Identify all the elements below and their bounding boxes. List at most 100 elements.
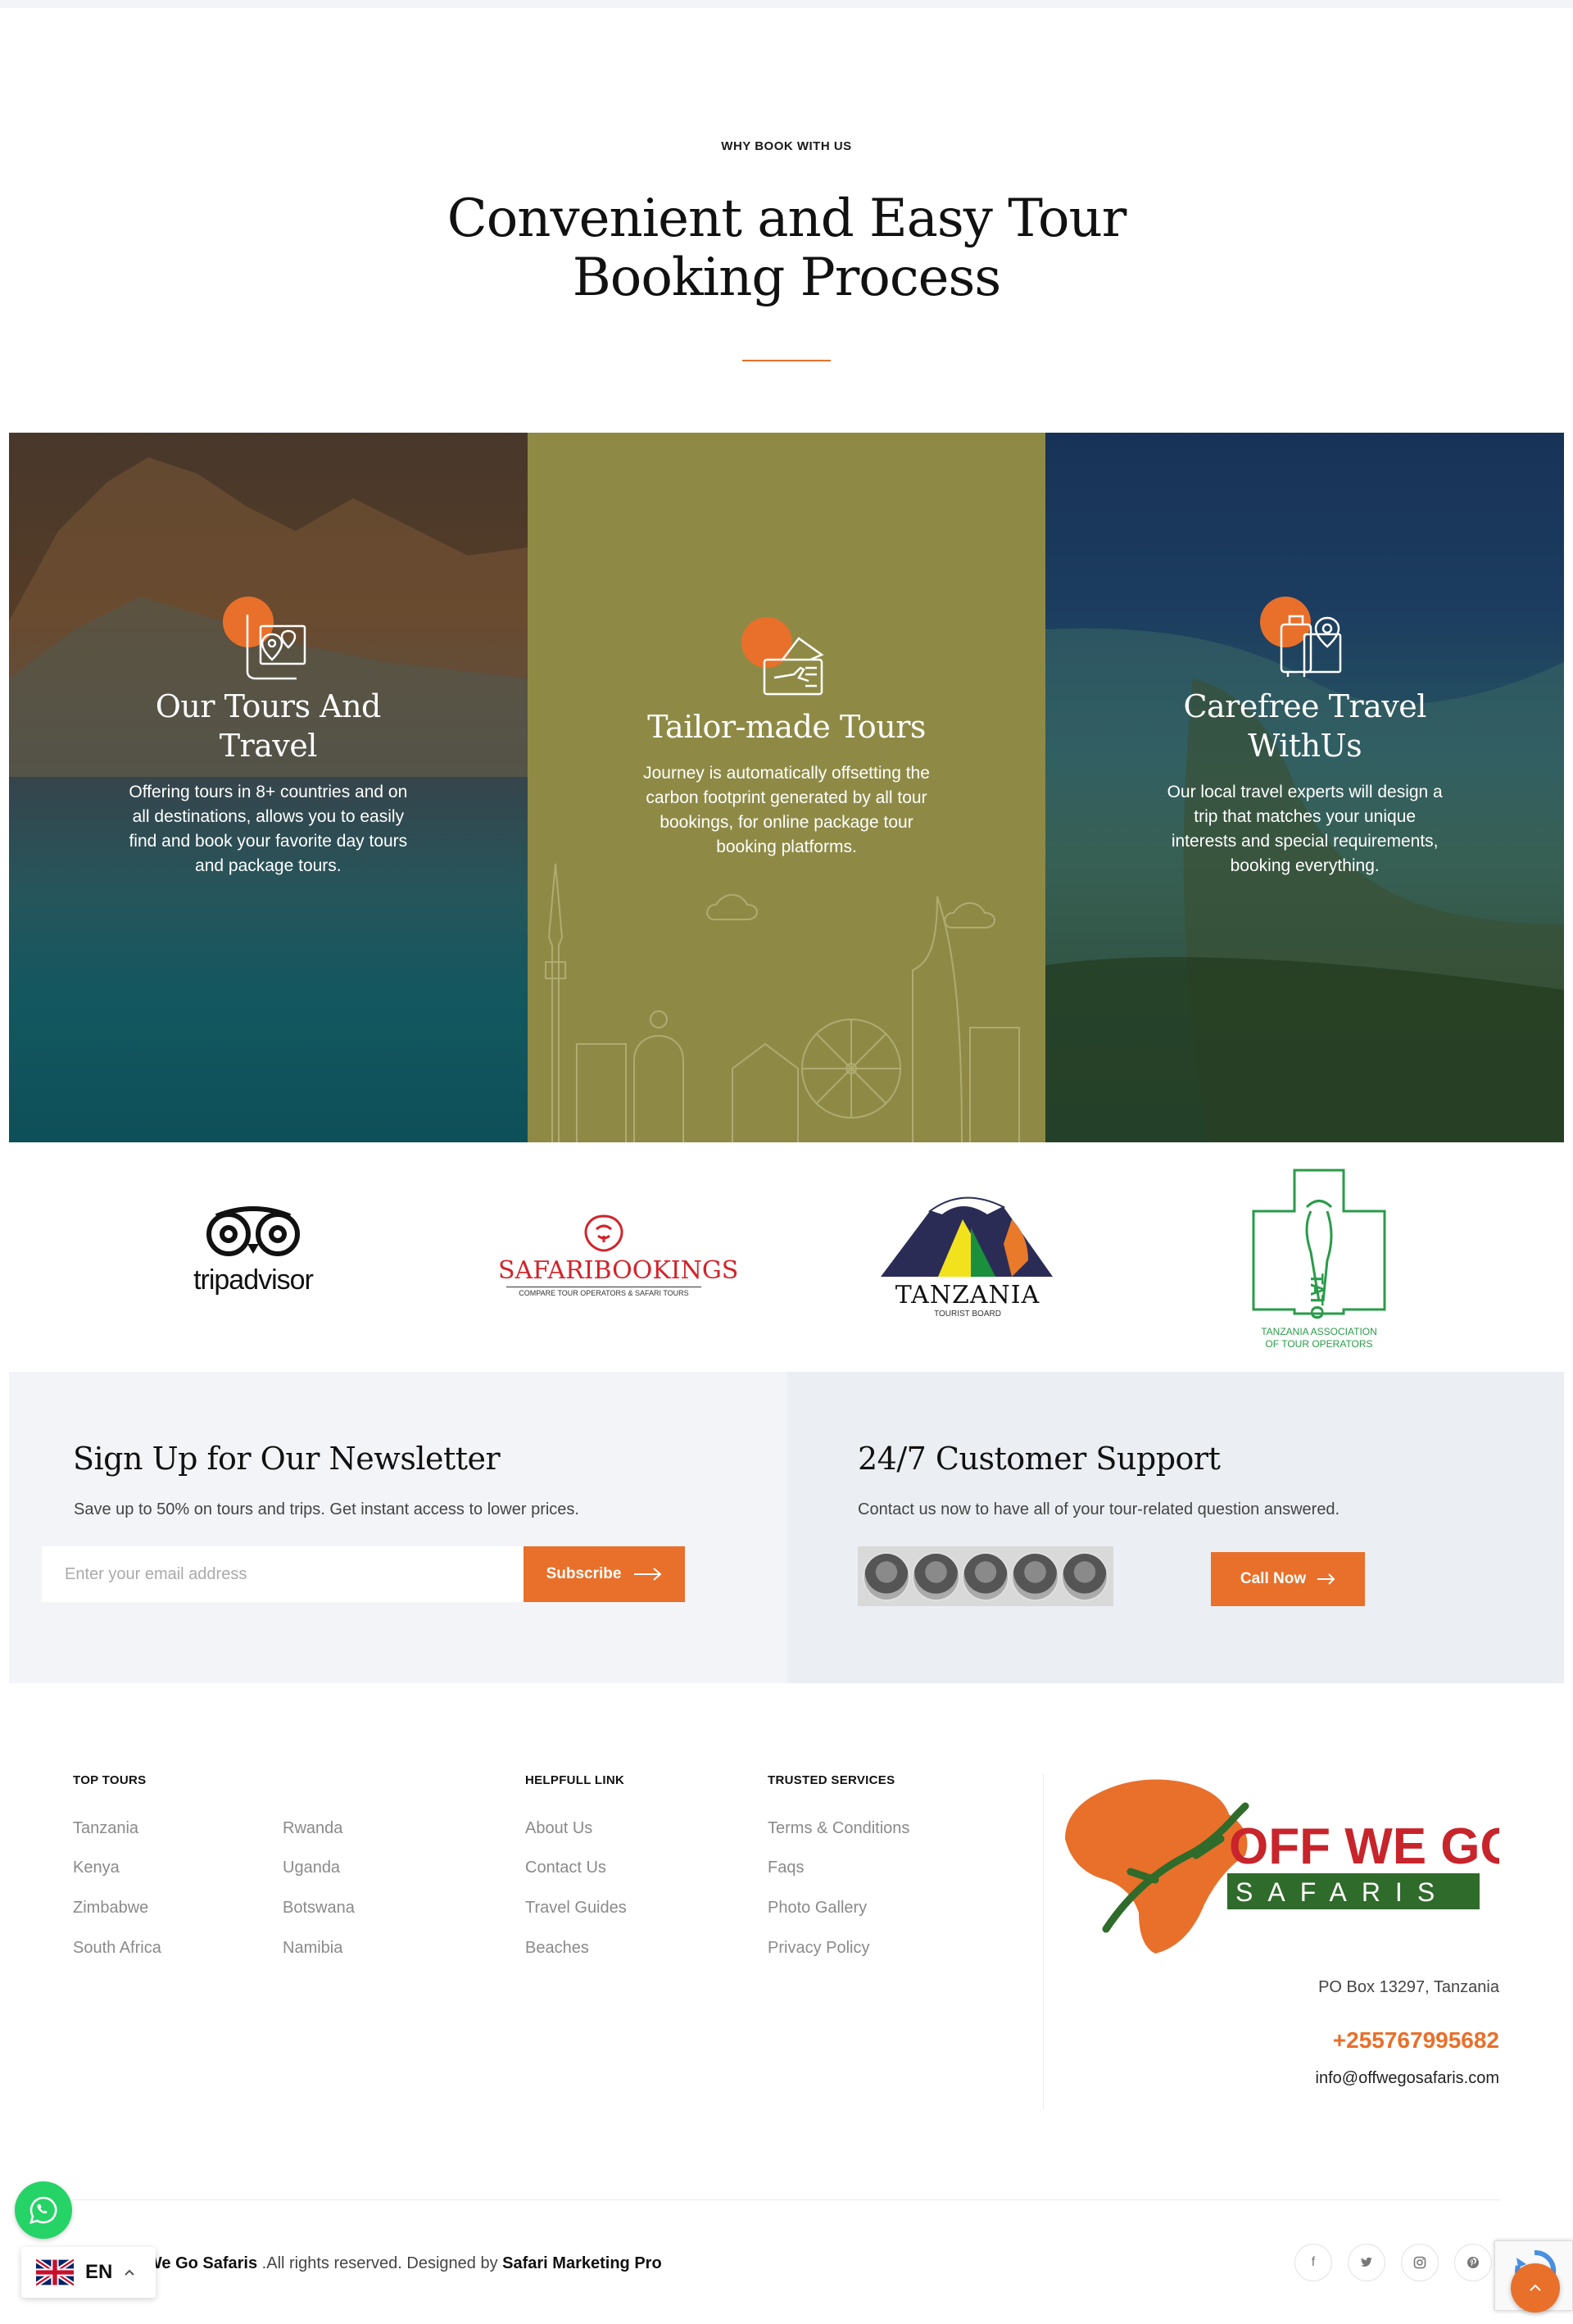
tripadvisor-wordmark: tripadvisor [193, 1264, 314, 1296]
support-section: 24/7 Customer Support Contact us now to … [787, 1372, 1564, 1683]
footer-link-privacy[interactable]: Privacy Policy [768, 1939, 869, 1958]
feature-title-tailor: Tailor-made Tours [647, 709, 926, 745]
logo-wordmark: OFF WE GO [1229, 1818, 1499, 1875]
footer-address: PO Box 13297, Tanzania [1318, 1978, 1499, 1996]
feature-content-tours: Our Tours And Travel Offering tours in 8+… [9, 597, 528, 878]
tato-caption-line1: TANZANIA ASSOCIATION [1261, 1326, 1377, 1337]
feature-panel-tailor: Tailor-made Tours Journey is automatical… [527, 433, 1046, 1142]
kilimanjaro-icon [881, 1196, 1053, 1277]
support-description: Contact us now to have all of your tour-… [858, 1500, 1340, 1518]
feature-content-carefree: Carefree Travel WithUs Our local travel e… [1045, 597, 1564, 878]
feature-panel-carefree: Carefree Travel WithUs Our local travel e… [1045, 433, 1565, 1142]
feature-text-tailor: Journey is automatically offsetting the … [643, 764, 930, 856]
footer-phone[interactable]: +255767995682 [1333, 2027, 1499, 2054]
footer-bottom-divider [73, 2199, 1500, 2200]
top-strip [0, 0, 1573, 8]
footer-link-terms[interactable]: Terms & Conditions [768, 1819, 909, 1838]
subscribe-button-label: Subscribe [546, 1565, 622, 1582]
avatar [863, 1551, 911, 1601]
safaribookings-logo[interactable]: SAFARIBOOKINGS COMPARE TOUR OPERATORS & … [498, 1211, 739, 1301]
uk-flag-icon [36, 2259, 74, 2285]
why-book-section: WHY BOOK WITH US Convenient and Easy Tou… [0, 139, 1573, 361]
footer-trusted-title: TRUSTED SERVICES [768, 1773, 895, 1787]
footer-link-contact[interactable]: Contact Us [525, 1859, 606, 1877]
footer-link-uganda[interactable]: Uganda [283, 1859, 340, 1877]
footer-email[interactable]: info@offwegosafaris.com [1316, 2069, 1499, 2088]
footer-link-about[interactable]: About Us [525, 1819, 592, 1838]
footer-link-botswana[interactable]: Botswana [283, 1899, 355, 1918]
subscribe-button[interactable]: Subscribe [524, 1546, 685, 1602]
whatsapp-icon [29, 2196, 57, 2224]
language-code: EN [85, 2261, 113, 2283]
footer-link-travel-guides[interactable]: Travel Guides [525, 1899, 627, 1918]
arrow-right-icon [634, 1568, 662, 1581]
feature-icon-tailor [741, 617, 832, 707]
pinterest-icon[interactable] [1454, 2244, 1492, 2281]
section-title: Convenient and Easy Tour Booking Process [0, 189, 1573, 307]
avatar [1011, 1551, 1059, 1601]
tanzania-tourist-board-logo[interactable]: TANZANIA TOURIST BOARD [873, 1187, 1063, 1319]
footer-helpful-title: HELPFULL LINK [525, 1773, 625, 1787]
offwego-logo[interactable]: OFF WE GO SAFARIS [1057, 1765, 1520, 1962]
copyright-middle: .All rights reserved. Designed by [257, 2254, 503, 2272]
feature-panel-tours: Our Tours And Travel Offering tours in 8+… [9, 433, 528, 1142]
footer-link-beaches[interactable]: Beaches [525, 1939, 589, 1958]
newsletter-email-input[interactable] [42, 1546, 525, 1602]
arrow-right-icon [1317, 1573, 1335, 1585]
feature-content-tailor: Tailor-made Tours Journey is automatical… [528, 617, 1046, 860]
footer-link-tanzania[interactable]: Tanzania [73, 1819, 138, 1838]
tripadvisor-owl-icon [206, 1206, 300, 1256]
tripadvisor-logo[interactable]: tripadvisor [184, 1201, 323, 1296]
support-title: 24/7 Customer Support [858, 1441, 1221, 1477]
safaribookings-wordmark: SAFARIBOOKINGS [498, 1256, 739, 1285]
copyright-text: ff We Go Safaris .All rights reserved. D… [131, 2254, 662, 2273]
call-now-button-label: Call Now [1240, 1570, 1307, 1587]
site-footer: TOP TOURS Tanzania Kenya Zimbabwe South … [0, 1683, 1573, 2324]
chevron-up-icon [1530, 2284, 1541, 2291]
africa-gazelle-icon: OFF WE GO SAFARIS [1065, 1779, 1520, 1954]
facebook-icon[interactable]: f [1294, 2244, 1332, 2281]
newsletter-section: Sign Up for Our Newsletter Save up to 50… [9, 1372, 787, 1683]
avatar [912, 1551, 960, 1601]
language-switcher[interactable]: EN [21, 2247, 156, 2298]
newsletter-title: Sign Up for Our Newsletter [73, 1441, 501, 1477]
copyright-designer[interactable]: Safari Marketing Pro [502, 2254, 662, 2272]
footer-link-kenya[interactable]: Kenya [73, 1859, 120, 1877]
avatar [1060, 1551, 1109, 1601]
giraffe-cross-icon: TATO [1252, 1169, 1386, 1319]
logo-subwordmark: SAFARIS [1235, 1877, 1449, 1907]
call-now-button[interactable]: Call Now [1211, 1552, 1365, 1606]
avatar [961, 1551, 1010, 1601]
tato-mark: TATO [1307, 1273, 1327, 1319]
partner-logos: tripadvisor SAFARIBOOKINGS COMPARE TOUR … [0, 1155, 1573, 1356]
instagram-icon[interactable] [1401, 2244, 1439, 2281]
tato-logo[interactable]: TATO TANZANIA ASSOCIATION OF TOUR OPERAT… [1245, 1162, 1393, 1352]
footer-divider [1043, 1773, 1044, 2109]
whatsapp-button[interactable] [15, 2181, 72, 2239]
footer-link-south-africa[interactable]: South Africa [73, 1939, 161, 1958]
footer-link-namibia[interactable]: Namibia [283, 1939, 342, 1958]
city-skyline-illustration [544, 863, 1020, 1142]
section-title-line2: Booking Process [572, 247, 1001, 308]
footer-link-rwanda[interactable]: Rwanda [283, 1819, 342, 1838]
newsletter-description: Save up to 50% on tours and trips. Get i… [74, 1500, 579, 1518]
section-kicker: WHY BOOK WITH US [721, 139, 852, 153]
tato-caption: TANZANIA ASSOCIATION OF TOUR OPERATORS [1245, 1326, 1393, 1350]
footer-top-tours-title: TOP TOURS [73, 1773, 147, 1787]
feature-text-tours: Offering tours in 8+ countries and on al… [129, 783, 408, 875]
feature-icon-carefree [1259, 597, 1350, 687]
ticket-icon [763, 637, 824, 696]
scroll-to-top-button[interactable] [1511, 2263, 1560, 2313]
chevron-up-icon [125, 2269, 135, 2276]
section-title-line1: Convenient and Easy Tour [447, 188, 1127, 249]
twitter-icon[interactable] [1348, 2244, 1385, 2281]
support-team-avatars [858, 1546, 1113, 1606]
feature-icon-tours [223, 597, 313, 687]
footer-link-faqs[interactable]: Faqs [768, 1859, 804, 1877]
map-pin-icon [247, 615, 306, 680]
safaribookings-tagline: COMPARE TOUR OPERATORS & SAFARI TOURS [506, 1287, 701, 1297]
footer-link-zimbabwe[interactable]: Zimbabwe [73, 1899, 148, 1918]
feature-title-carefree: Carefree Travel WithUs [1183, 688, 1426, 764]
footer-link-photo-gallery[interactable]: Photo Gallery [768, 1899, 867, 1918]
tato-caption-line2: OF TOUR OPERATORS [1265, 1338, 1373, 1350]
